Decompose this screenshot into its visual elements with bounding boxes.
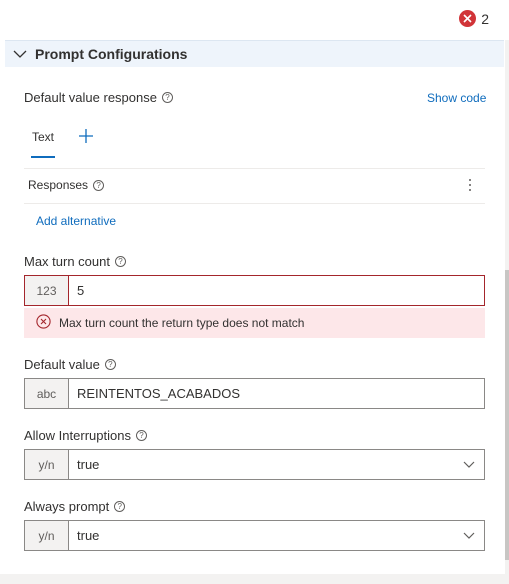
responses-text: Responses <box>28 178 89 192</box>
tab-text[interactable]: Text <box>32 130 54 144</box>
error-message: Max turn count the return type does not … <box>59 316 305 330</box>
default-value-response-text: Default value response <box>24 90 157 105</box>
max-turn-count-error: Max turn count the return type does not … <box>24 308 485 338</box>
max-turn-count-field: 123 5 <box>24 275 485 306</box>
always-prompt-value[interactable]: true <box>69 521 454 550</box>
always-prompt-select[interactable]: y/n true <box>24 520 485 551</box>
scrollbar-thumb[interactable] <box>505 270 509 560</box>
help-icon[interactable]: ? <box>161 92 173 103</box>
type-prefix: abc <box>25 379 69 408</box>
help-icon[interactable]: ? <box>93 179 105 191</box>
error-circle-icon <box>36 314 51 332</box>
add-alternative-link[interactable]: Add alternative <box>36 214 116 228</box>
tab-text-underline <box>31 156 55 158</box>
max-turn-count-label: Max turn count ? <box>24 254 126 269</box>
responses-label: Responses ? <box>28 178 105 192</box>
responses-bar: Responses ? <box>24 168 485 204</box>
allow-interruptions-select[interactable]: y/n true <box>24 449 485 480</box>
type-prefix: y/n <box>25 521 69 550</box>
add-tab-icon[interactable] <box>78 128 94 144</box>
bottom-strip <box>0 574 509 584</box>
section-title: Prompt Configurations <box>35 46 188 62</box>
error-icon <box>459 10 477 27</box>
type-prefix: y/n <box>25 450 69 479</box>
max-turn-count-text: Max turn count <box>24 254 110 269</box>
always-prompt-label: Always prompt ? <box>24 499 126 514</box>
prompt-configurations-header[interactable]: Prompt Configurations <box>5 40 504 67</box>
chevron-down-icon[interactable] <box>454 450 484 479</box>
error-indicator[interactable]: 2 <box>459 10 489 27</box>
always-prompt-text: Always prompt <box>24 499 110 514</box>
help-icon[interactable]: ? <box>115 256 126 267</box>
default-value-text: Default value <box>24 357 100 372</box>
error-count: 2 <box>481 10 489 27</box>
top-bar: 2 <box>0 0 509 40</box>
default-value-label: Default value ? <box>24 357 116 372</box>
default-value-field: abc REINTENTOS_ACABADOS <box>24 378 485 409</box>
help-icon[interactable]: ? <box>135 430 147 441</box>
allow-interruptions-value[interactable]: true <box>69 450 454 479</box>
more-options-icon[interactable] <box>465 177 475 193</box>
default-value-input[interactable]: REINTENTOS_ACABADOS <box>69 379 484 408</box>
help-icon[interactable]: ? <box>114 501 126 512</box>
help-icon[interactable]: ? <box>104 359 116 370</box>
default-value-response-label: Default value response ? <box>24 90 173 105</box>
type-prefix: 123 <box>25 276 69 305</box>
allow-interruptions-label: Allow Interruptions ? <box>24 428 147 443</box>
chevron-down-icon <box>5 50 35 59</box>
show-code-link[interactable]: Show code <box>427 91 486 105</box>
chevron-down-icon[interactable] <box>454 521 484 550</box>
allow-interruptions-text: Allow Interruptions <box>24 428 131 443</box>
max-turn-count-input[interactable]: 5 <box>69 276 484 305</box>
